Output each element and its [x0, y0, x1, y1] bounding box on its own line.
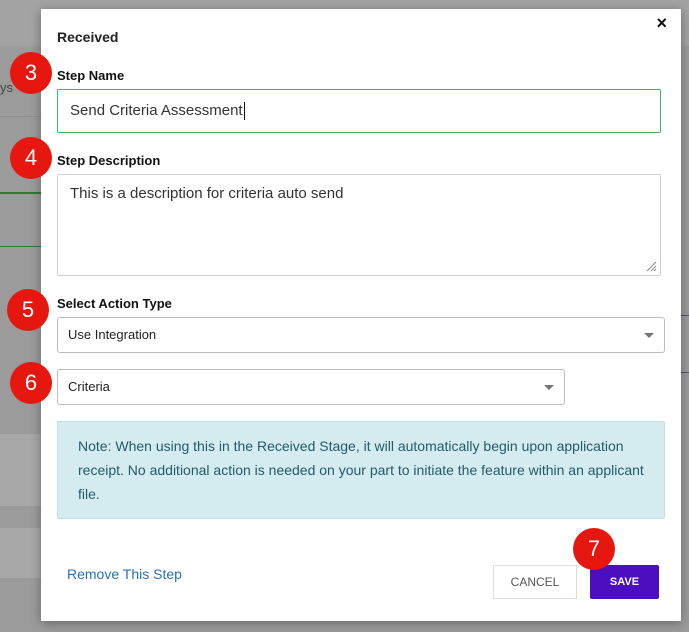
action-type-value: Use Integration: [68, 327, 157, 342]
background-divider: [681, 315, 689, 316]
integration-select[interactable]: Criteria: [57, 369, 565, 405]
chevron-down-icon: [544, 385, 554, 390]
modal-title: Received: [57, 29, 119, 45]
remove-step-link[interactable]: Remove This Step: [67, 566, 182, 582]
step-description-label: Step Description: [57, 153, 161, 168]
close-icon[interactable]: ×: [656, 13, 667, 33]
step-name-label: Step Name: [57, 68, 125, 83]
save-button[interactable]: SAVE: [590, 565, 659, 599]
annotation-badge-7: 7: [573, 528, 615, 570]
background-divider: [681, 372, 689, 373]
background-divider: [0, 246, 42, 247]
step-name-value: Send Criteria Assessment: [70, 102, 243, 119]
annotation-badge-4: 4: [10, 137, 52, 179]
background-panel: [0, 434, 42, 506]
integration-value: Criteria: [68, 379, 110, 394]
resize-handle-icon[interactable]: [645, 260, 657, 272]
action-type-select[interactable]: Use Integration: [57, 317, 665, 353]
step-description-textarea[interactable]: This is a description for criteria auto …: [57, 174, 661, 276]
background-progress: [0, 192, 42, 194]
annotation-badge-3: 3: [10, 52, 52, 94]
cancel-button[interactable]: CANCEL: [493, 565, 577, 599]
step-description-value: This is a description for criteria auto …: [70, 185, 344, 202]
background-text: ys: [0, 80, 13, 95]
step-name-input[interactable]: Send Criteria Assessment: [57, 89, 661, 133]
action-type-label: Select Action Type: [57, 296, 172, 311]
chevron-down-icon: [644, 333, 654, 338]
background-panel: [0, 528, 42, 578]
text-caret: [243, 102, 245, 121]
background-divider: [0, 116, 42, 117]
annotation-badge-5: 5: [7, 289, 49, 331]
annotation-badge-6: 6: [10, 362, 52, 404]
info-note: Note: When using this in the Received St…: [57, 421, 665, 519]
